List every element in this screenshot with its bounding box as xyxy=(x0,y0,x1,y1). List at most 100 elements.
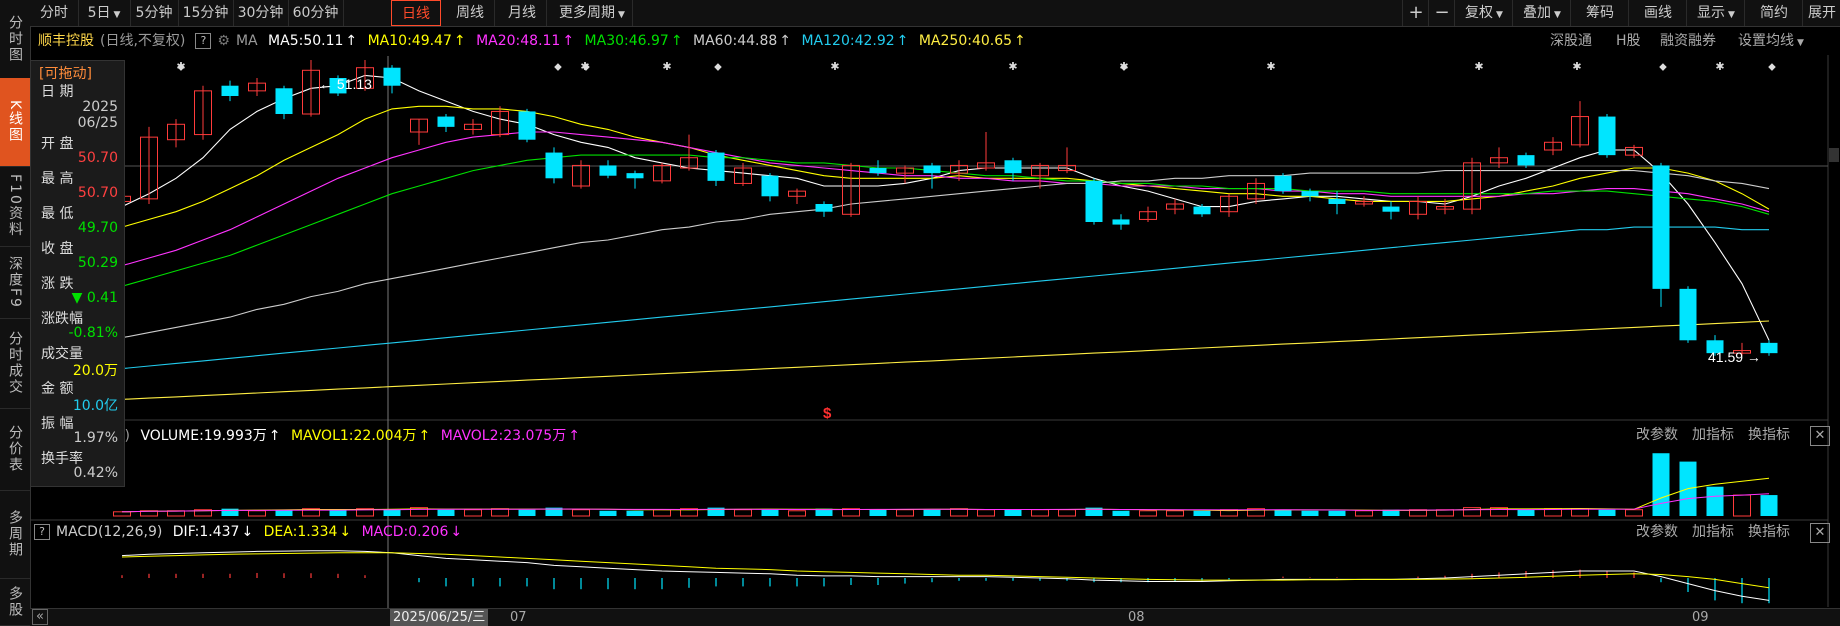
event-diamond-icon: ⬥ xyxy=(1659,60,1667,73)
cursor-date: 2025/06/25/三 xyxy=(390,609,489,626)
event-marker: $ xyxy=(823,405,832,422)
volume-bar-down xyxy=(1517,509,1535,516)
event-star-icon: ✱ xyxy=(662,60,671,73)
candle-body-down xyxy=(437,116,455,127)
volume-bar-up xyxy=(464,509,482,517)
event-diamond-icon: ⬥ xyxy=(1120,60,1128,73)
high-price-label: ← 51.13 xyxy=(319,76,372,92)
volume-bar-down xyxy=(1760,495,1778,516)
open-label: 开 盘 xyxy=(41,136,74,152)
volume-bar-up xyxy=(1355,510,1373,517)
volume-bar-up xyxy=(248,510,266,517)
volume-bar-down xyxy=(1652,453,1670,516)
candle-body-down xyxy=(1652,165,1670,289)
candle-body-down xyxy=(1598,116,1616,156)
volume-switch-indicator-link[interactable]: 换指标 xyxy=(1748,424,1790,446)
volume-bar-up xyxy=(977,509,995,517)
ma120-line xyxy=(121,226,1769,370)
macd-close-icon[interactable]: ✕ xyxy=(1810,523,1830,543)
event-diamond-icon: ⬥ xyxy=(582,60,590,73)
event-diamond-icon: ⬥ xyxy=(554,60,562,73)
dea-value: DEA:1.334 xyxy=(263,524,338,540)
candle-body-down xyxy=(1085,180,1103,222)
volume-bar-down xyxy=(599,510,617,516)
macd-edit-params-link[interactable]: 改参数 xyxy=(1636,521,1678,543)
candle-body-down xyxy=(923,165,941,174)
close-label: 收 盘 xyxy=(41,241,74,257)
mavol1-line xyxy=(121,477,1770,513)
ma60-line xyxy=(121,170,1770,339)
candle-body-down xyxy=(707,152,725,181)
turnover-value: 0.42% xyxy=(73,465,118,481)
candle-body-down xyxy=(1301,191,1319,197)
candle-body-down xyxy=(1679,288,1697,341)
candle-body-down xyxy=(1112,219,1130,225)
macd-add-indicator-link[interactable]: 加指标 xyxy=(1692,521,1734,543)
mavol2-value: MAVOL2:23.075万 xyxy=(440,428,567,444)
change-label: 涨 跌 xyxy=(41,276,74,292)
low-value: 49.70 xyxy=(77,220,118,236)
quote-info-panel[interactable]: [可拖动] 日 期 2025 06/25 开 盘 50.70 最 高 50.70… xyxy=(30,60,125,487)
help-icon[interactable]: ? xyxy=(34,524,50,540)
event-diamond-icon: ⬥ xyxy=(177,60,185,73)
volume-bar-down xyxy=(1004,509,1022,516)
volume-bar-up xyxy=(1733,494,1751,517)
month-label-07: 07 xyxy=(510,610,527,625)
candle-body-down xyxy=(1193,206,1211,215)
candle-body-down xyxy=(1517,155,1535,166)
macd-switch-indicator-link[interactable]: 换指标 xyxy=(1748,521,1790,543)
candle-body-down xyxy=(869,168,887,174)
ma250-line xyxy=(121,320,1770,400)
low-label: 最 低 xyxy=(41,206,74,222)
candle-body-down xyxy=(599,165,617,176)
volume-bar-down xyxy=(1706,486,1724,516)
volume-bar-down xyxy=(1301,510,1319,516)
candle-body-down xyxy=(545,152,563,179)
macd-header: ? MACD(12,26,9) DIF:1.437 ↓ DEA:1.334 ↓ MAC… xyxy=(30,520,468,544)
volume-bar-down xyxy=(1598,509,1616,516)
candle-body-down xyxy=(815,204,833,212)
candle-body-down xyxy=(1382,206,1400,212)
arrow-down-icon: ↓ xyxy=(339,524,352,540)
volume-bar-up xyxy=(734,509,752,517)
volume-close-icon[interactable]: ✕ xyxy=(1810,426,1830,446)
volume-add-indicator-link[interactable]: 加指标 xyxy=(1692,424,1734,446)
month-label-09: 09 xyxy=(1692,610,1709,625)
event-star-icon: ✱ xyxy=(830,60,839,73)
candle-body-down xyxy=(1760,342,1778,354)
candle-body-down xyxy=(1328,198,1346,204)
volume-bar-up xyxy=(788,510,806,517)
change-value: ▼ 0.41 xyxy=(71,290,118,306)
dif-value: DIF:1.437 xyxy=(172,524,240,540)
draggable-label[interactable]: [可拖动] xyxy=(39,63,92,83)
volume-bar-up xyxy=(653,509,671,517)
candle-body-down xyxy=(1274,175,1292,192)
volume-bar-up xyxy=(572,509,590,517)
macd-value: MACD:0.206 xyxy=(361,524,449,540)
candle-body-down xyxy=(1004,160,1022,174)
ma20-line xyxy=(121,131,1770,267)
candle-body-down xyxy=(626,173,644,179)
volume-bar-up xyxy=(1058,509,1076,517)
volume-bar-down xyxy=(626,510,644,516)
arrow-up-icon: ↑ xyxy=(568,428,580,444)
candle-body-down xyxy=(383,67,401,86)
month-label-08: 08 xyxy=(1128,610,1145,625)
amplitude-label: 振 幅 xyxy=(41,416,74,432)
volume-bar-up xyxy=(896,509,914,517)
volume-bar-up xyxy=(1625,509,1643,517)
volume-bar-down xyxy=(869,509,887,516)
volume-edit-params-link[interactable]: 改参数 xyxy=(1636,424,1678,446)
volume-bar-down xyxy=(329,509,347,516)
volume-bar-down xyxy=(1328,510,1346,516)
amount-value: 10.0亿 xyxy=(72,398,118,414)
open-value: 50.70 xyxy=(77,150,118,166)
macd-name: MACD(12,26,9) xyxy=(56,524,163,540)
event-star-icon: ✱ xyxy=(1008,60,1017,73)
volume-bar-down xyxy=(221,508,239,516)
volume-bar-down xyxy=(761,509,779,516)
scroll-left-icon[interactable]: « xyxy=(32,609,48,625)
ma5-line xyxy=(121,74,1770,341)
arrow-up-icon: ↑ xyxy=(268,428,281,444)
macd-dea-line xyxy=(121,552,1770,589)
